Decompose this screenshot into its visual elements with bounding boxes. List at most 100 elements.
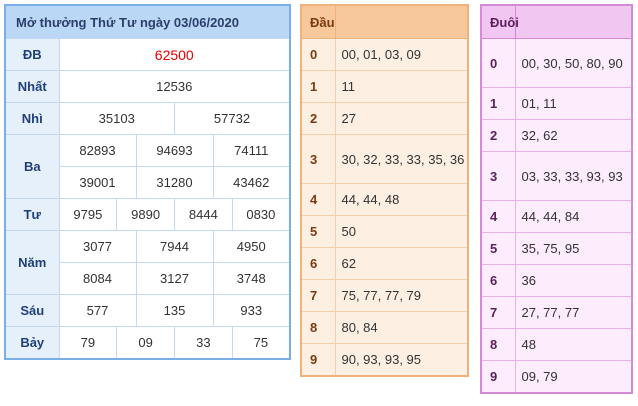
prize-label-nhi: Nhì bbox=[4, 102, 60, 135]
prize-row-nam-1: Năm 3077 7944 4950 bbox=[4, 230, 291, 295]
dau-key: 8 bbox=[300, 311, 336, 344]
dau-row-9: 9 90, 93, 93, 95 bbox=[300, 343, 469, 377]
duoi-key: 9 bbox=[480, 360, 516, 394]
prize-number: 75 bbox=[231, 326, 291, 360]
duoi-value: 44, 44, 84 bbox=[514, 200, 633, 233]
prize-number: 8444 bbox=[174, 198, 233, 231]
prize-number: 79 bbox=[58, 326, 118, 360]
dau-value: 30, 32, 33, 33, 35, 36 bbox=[334, 134, 469, 184]
duoi-key: 3 bbox=[480, 151, 516, 201]
results-title: Mở thưởng Thứ Tư ngày 03/06/2020 bbox=[5, 5, 290, 39]
duoi-value: 03, 33, 33, 93, 93 bbox=[514, 151, 633, 201]
prize-label-bay: Bảy bbox=[4, 326, 60, 360]
prize-label-nam: Năm bbox=[4, 230, 60, 295]
duoi-row-0: 0 00, 30, 50, 80, 90 bbox=[480, 38, 633, 88]
duoi-title: Đuôi bbox=[481, 5, 519, 39]
duoi-table: Đuôi 0 00, 30, 50, 80, 90 1 01, 11 2 32, 62… bbox=[480, 4, 633, 394]
dau-key: 3 bbox=[300, 134, 336, 184]
prize-number: 35103 bbox=[58, 102, 175, 135]
duoi-key: 0 bbox=[480, 38, 516, 88]
dau-header: Đầu bbox=[301, 5, 468, 39]
prize-number: 12536 bbox=[58, 70, 291, 103]
dau-key: 1 bbox=[300, 70, 336, 103]
dau-row-5: 5 50 bbox=[300, 215, 469, 248]
duoi-row-7: 7 27, 77, 77 bbox=[480, 296, 633, 329]
duoi-value: 32, 62 bbox=[514, 119, 633, 152]
dau-key: 6 bbox=[300, 247, 336, 280]
dau-key: 0 bbox=[300, 38, 336, 71]
dau-value: 90, 93, 93, 95 bbox=[334, 343, 469, 377]
duoi-row-2: 2 32, 62 bbox=[480, 119, 633, 152]
dau-value: 11 bbox=[334, 70, 469, 103]
duoi-key: 6 bbox=[480, 264, 516, 297]
duoi-row-8: 8 48 bbox=[480, 328, 633, 361]
duoi-row-9: 9 09, 79 bbox=[480, 360, 633, 394]
dau-header-blank bbox=[334, 5, 468, 39]
special-prize-number: 62500 bbox=[58, 38, 291, 71]
prize-label-db: ĐB bbox=[4, 38, 60, 71]
prize-number: 9795 bbox=[58, 198, 118, 231]
dau-row-2: 2 27 bbox=[300, 102, 469, 135]
duoi-key: 7 bbox=[480, 296, 516, 329]
dau-key: 5 bbox=[300, 215, 336, 248]
prize-number: 3748 bbox=[212, 262, 291, 295]
prize-number: 82893 bbox=[58, 134, 137, 167]
duoi-value: 36 bbox=[514, 264, 633, 297]
prize-number: 74111 bbox=[212, 134, 291, 167]
prize-row-ba-1: Ba 82893 94693 74111 bbox=[4, 134, 291, 199]
dau-key: 2 bbox=[300, 102, 336, 135]
dau-value: 62 bbox=[334, 247, 469, 280]
duoi-value: 27, 77, 77 bbox=[514, 296, 633, 329]
dau-row-6: 6 62 bbox=[300, 247, 469, 280]
prize-number: 09 bbox=[116, 326, 175, 360]
prize-label-sau: Sáu bbox=[4, 294, 60, 327]
prize-number: 39001 bbox=[58, 166, 137, 199]
duoi-row-4: 4 44, 44, 84 bbox=[480, 200, 633, 233]
results-body: ĐB 62500 Nhất 12536 Nhì 35103 57732 Ba 8… bbox=[4, 38, 291, 360]
prize-row-nhi: Nhì 35103 57732 bbox=[4, 102, 291, 135]
prize-label-tu: Tư bbox=[4, 198, 60, 231]
duoi-value: 00, 30, 50, 80, 90 bbox=[514, 38, 633, 88]
dau-title: Đầu bbox=[301, 5, 335, 39]
prize-number: 8084 bbox=[58, 262, 137, 295]
dau-table: Đầu 0 00, 01, 03, 09 1 11 2 27 3 30, 32, 33,… bbox=[300, 4, 469, 377]
dau-value: 00, 01, 03, 09 bbox=[334, 38, 469, 71]
prize-label-nhat: Nhất bbox=[4, 70, 60, 103]
dau-key: 4 bbox=[300, 183, 336, 216]
duoi-key: 4 bbox=[480, 200, 516, 233]
dau-row-8: 8 80, 84 bbox=[300, 311, 469, 344]
prize-number: 43462 bbox=[212, 166, 291, 199]
prize-number: 0830 bbox=[231, 198, 291, 231]
prize-number: 7944 bbox=[135, 230, 214, 263]
duoi-row-3: 3 03, 33, 33, 93, 93 bbox=[480, 151, 633, 201]
prize-number: 33 bbox=[174, 326, 233, 360]
prize-row-db: ĐB 62500 bbox=[4, 38, 291, 71]
dau-row-7: 7 75, 77, 77, 79 bbox=[300, 279, 469, 312]
duoi-header-blank bbox=[514, 5, 632, 39]
lottery-results-table: Mở thưởng Thứ Tư ngày 03/06/2020 bbox=[4, 4, 291, 39]
prize-number: 3077 bbox=[58, 230, 137, 263]
duoi-key: 8 bbox=[480, 328, 516, 361]
prize-row-nhat: Nhất 12536 bbox=[4, 70, 291, 103]
duoi-value: 09, 79 bbox=[514, 360, 633, 394]
duoi-key: 1 bbox=[480, 87, 516, 120]
dau-value: 80, 84 bbox=[334, 311, 469, 344]
duoi-header: Đuôi bbox=[481, 5, 632, 39]
dau-key: 9 bbox=[300, 343, 336, 377]
duoi-key: 2 bbox=[480, 119, 516, 152]
duoi-value: 48 bbox=[514, 328, 633, 361]
prize-number: 933 bbox=[212, 294, 291, 327]
dau-key: 7 bbox=[300, 279, 336, 312]
prize-label-ba: Ba bbox=[4, 134, 60, 199]
prize-number: 135 bbox=[135, 294, 214, 327]
prize-number: 3127 bbox=[135, 262, 214, 295]
dau-value: 44, 44, 48 bbox=[334, 183, 469, 216]
duoi-value: 01, 11 bbox=[514, 87, 633, 120]
prize-row-tu: Tư 9795 9890 8444 0830 bbox=[4, 198, 291, 231]
duoi-row-6: 6 36 bbox=[480, 264, 633, 297]
dau-value: 27 bbox=[334, 102, 469, 135]
dau-row-4: 4 44, 44, 48 bbox=[300, 183, 469, 216]
prize-number: 4950 bbox=[212, 230, 291, 263]
prize-row-sau: Sáu 577 135 933 bbox=[4, 294, 291, 327]
prize-number: 94693 bbox=[135, 134, 214, 167]
